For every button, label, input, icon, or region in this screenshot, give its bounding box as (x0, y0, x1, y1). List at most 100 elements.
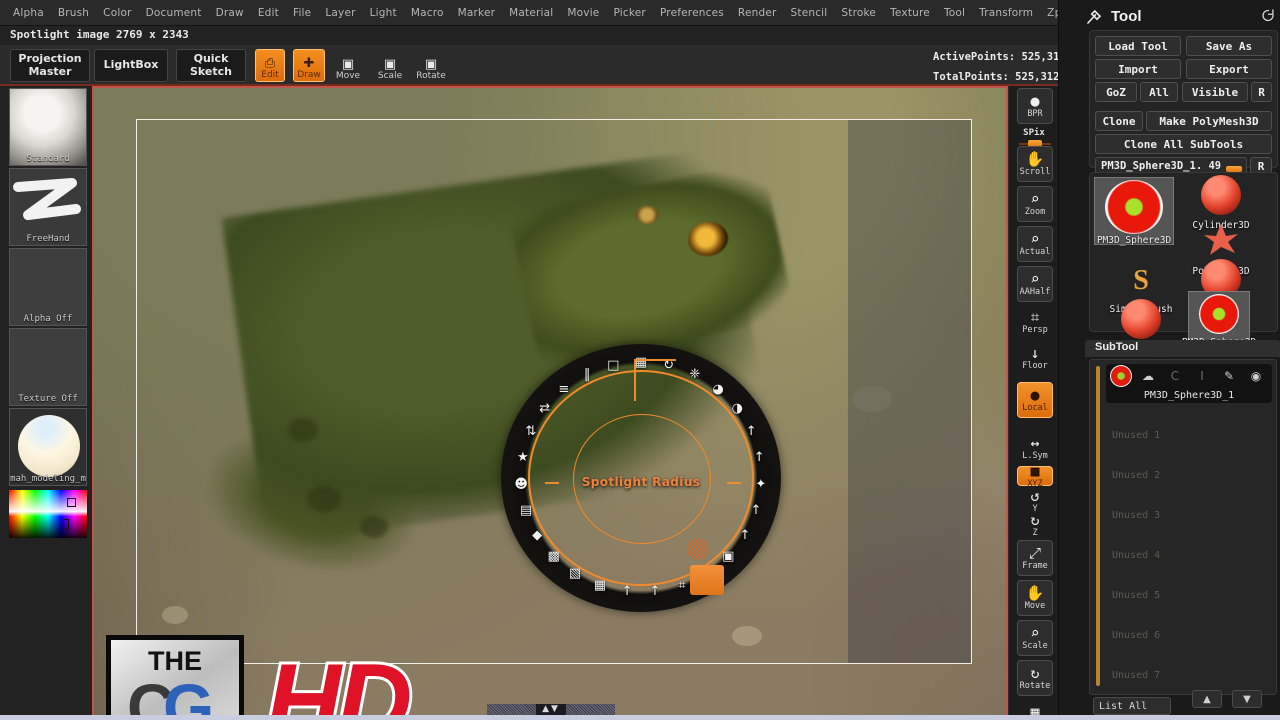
rtool-zoom-button[interactable]: ⌕ Zoom (1017, 186, 1053, 222)
all-button[interactable]: All (1140, 82, 1178, 102)
rtool-actual-button[interactable]: ⌕ Actual (1017, 226, 1053, 262)
cgbros-g: G (163, 670, 215, 720)
menu-item-alpha[interactable]: Alpha (6, 5, 51, 21)
rotate-button[interactable]: ▣ Rotate (414, 49, 448, 82)
visible-button[interactable]: Visible (1182, 82, 1248, 102)
rtool-local-button[interactable]: ● Local (1017, 382, 1053, 418)
frog-eye-far (636, 206, 658, 224)
subtool-list[interactable]: ☁ C I ✎ ◉ PM3D_Sphere3D_1 Unused 1 Unused 2 Unus… (1089, 359, 1277, 695)
menu-item-stroke[interactable]: Stroke (834, 5, 883, 21)
subtool-row[interactable]: Unused 4 (1106, 524, 1272, 563)
load-tool-button[interactable]: Load Tool (1095, 36, 1181, 56)
rtool-xyz-button[interactable]: ■ XYZ (1017, 463, 1053, 489)
subtool-row[interactable]: Unused 1 (1106, 404, 1272, 443)
arrow-t6-icon[interactable]: ↑ (617, 583, 637, 601)
subtool-row[interactable]: Unused 6 (1106, 604, 1272, 643)
spotlight-center-crosshair[interactable] (687, 538, 709, 560)
edit-button[interactable]: ⎙ Edit (255, 49, 285, 82)
i-icon[interactable]: I (1192, 367, 1212, 385)
draw-button[interactable]: ✚ Draw (293, 49, 325, 82)
spotlight-selected-slot[interactable] (690, 565, 724, 595)
spotlight-dial[interactable]: ▦↻❈◕◑↑↑✦↑↑▣◐⌗↑↑▦▧▩◆▤☻★⇅⇄≡‖□ Spotlight Ra… (501, 344, 781, 612)
rtool-move-button[interactable]: ✋ Move (1017, 580, 1053, 616)
list-all-button[interactable]: List All (1093, 697, 1171, 715)
color-cursor-secondary[interactable] (63, 519, 69, 530)
projection-master-button[interactable]: Projection Master (10, 49, 90, 82)
menu-item-color[interactable]: Color (96, 5, 138, 21)
menu-item-edit[interactable]: Edit (251, 5, 286, 21)
spotlight-corner-handle[interactable] (634, 359, 676, 401)
rtool-z-button[interactable]: ↻ Z (1017, 512, 1053, 538)
save-as-button[interactable]: Save As (1186, 36, 1272, 56)
bottom-scroll-arrows[interactable]: ▲▼ (536, 704, 566, 715)
subtool-up-button[interactable]: ▲ (1192, 690, 1222, 708)
lightbox-button[interactable]: LightBox (94, 49, 168, 82)
edit-label: Edit (261, 70, 279, 80)
quick-sketch-button[interactable]: Quick Sketch (176, 49, 246, 82)
menu-item-tool[interactable]: Tool (937, 5, 972, 21)
visible-r-button[interactable]: R (1251, 82, 1272, 102)
menu-item-marker[interactable]: Marker (451, 5, 503, 21)
brush-slot[interactable]: Standard (9, 88, 87, 166)
rtool-frame-button[interactable]: ⤢ Frame (1017, 540, 1053, 576)
menu-item-stencil[interactable]: Stencil (784, 5, 835, 21)
material-slot[interactable]: mah_modeling_m (9, 408, 87, 486)
alpha-slot[interactable]: Alpha Off (9, 248, 87, 326)
document-canvas[interactable]: ▦↻❈◕◑↑↑✦↑↑▣◐⌗↑↑▦▧▩◆▤☻★⇅⇄≡‖□ Spotlight Ra… (92, 86, 1008, 720)
menu-item-preferences[interactable]: Preferences (653, 5, 731, 21)
cloud-icon[interactable]: ☁ (1138, 367, 1158, 385)
make-polymesh3d-button[interactable]: Make PolyMesh3D (1146, 111, 1272, 131)
menu-item-document[interactable]: Document (139, 5, 209, 21)
export-button[interactable]: Export (1186, 59, 1272, 79)
arrow-t5-icon[interactable]: ↑ (645, 583, 665, 601)
color-cursor[interactable] (67, 498, 76, 507)
subtool-row[interactable]: Unused 3 (1106, 484, 1272, 523)
goz-button[interactable]: GoZ (1095, 82, 1137, 102)
pencil-icon[interactable]: ✎ (1219, 367, 1239, 385)
eye-icon[interactable]: ◉ (1246, 367, 1266, 385)
rtool-bpr-button[interactable]: ● BPR (1017, 88, 1053, 124)
tool-thumb-pm3d-sphere3d[interactable]: PM3D_Sphere3D (1094, 177, 1174, 246)
frog-spot (360, 516, 388, 538)
menu-item-texture[interactable]: Texture (883, 5, 937, 21)
stroke-slot[interactable]: FreeHand (9, 168, 87, 246)
rtool-l-sym-button[interactable]: ↔ L.Sym (1017, 434, 1053, 462)
menu-item-draw[interactable]: Draw (209, 5, 251, 21)
tool-thumb-pm3d-sphere3d[interactable]: PM3D_Sphere3D (1182, 291, 1256, 348)
move-button[interactable]: ▣ Move (333, 49, 363, 82)
rtool-rotate-button[interactable]: ↻ Rotate (1017, 660, 1053, 696)
menu-item-file[interactable]: File (286, 5, 318, 21)
menu-item-render[interactable]: Render (731, 5, 784, 21)
menu-item-material[interactable]: Material (502, 5, 560, 21)
rtool-label: Local (1022, 402, 1048, 413)
menu-item-transform[interactable]: Transform (972, 5, 1040, 21)
subtool-row[interactable]: Unused 7 (1106, 644, 1272, 683)
color-picker[interactable] (9, 490, 87, 538)
menu-item-movie[interactable]: Movie (560, 5, 606, 21)
rtool-persp-button[interactable]: ⌗ Persp (1017, 306, 1053, 338)
menu-item-layer[interactable]: Layer (318, 5, 362, 21)
subtool-down-button[interactable]: ▼ (1232, 690, 1262, 708)
rtool-aahalf-button[interactable]: ⌕ AAHalf (1017, 266, 1053, 302)
menu-item-macro[interactable]: Macro (404, 5, 451, 21)
clone-button[interactable]: Clone (1095, 111, 1143, 131)
refresh-icon[interactable] (1261, 8, 1276, 23)
c-icon[interactable]: C (1165, 367, 1185, 385)
rtool-y-button[interactable]: ↺ Y (1017, 488, 1053, 514)
subtool-scrollbar[interactable] (1096, 366, 1100, 686)
subtool-row[interactable]: Unused 2 (1106, 444, 1272, 483)
subtool-row[interactable]: Unused 5 (1106, 564, 1272, 603)
texture-slot[interactable]: Texture Off (9, 328, 87, 406)
rtool-scroll-button[interactable]: ✋ Scroll (1017, 146, 1053, 182)
brand-overlay: THE C G BROS HD (106, 631, 506, 720)
rtool-floor-button[interactable]: ↓ Floor (1017, 342, 1053, 374)
subtool-row[interactable]: ☁ C I ✎ ◉ PM3D_Sphere3D_1 (1106, 364, 1272, 403)
scale-label: Scale (377, 71, 403, 81)
menu-item-picker[interactable]: Picker (606, 5, 652, 21)
import-button[interactable]: Import (1095, 59, 1181, 79)
clone-all-subtools-button[interactable]: Clone All SubTools (1095, 134, 1272, 154)
rtool-scale-button[interactable]: ⌕ Scale (1017, 620, 1053, 656)
menu-item-brush[interactable]: Brush (51, 5, 96, 21)
scale-button[interactable]: ▣ Scale (375, 49, 405, 82)
menu-item-light[interactable]: Light (363, 5, 404, 21)
